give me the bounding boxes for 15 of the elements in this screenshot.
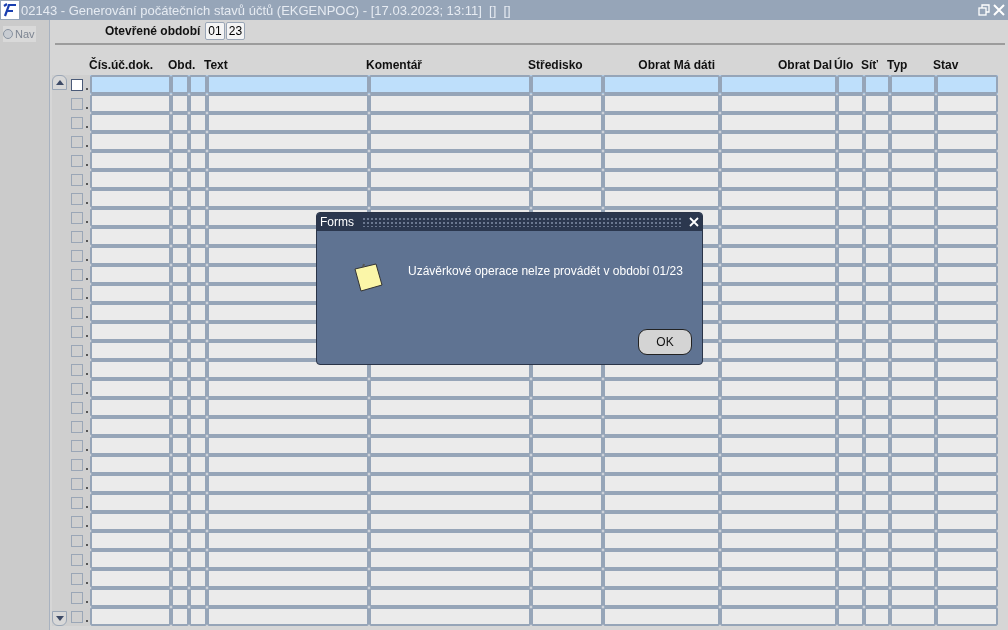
column-header: Komentář <box>366 58 422 72</box>
column-header: Typ <box>887 58 908 72</box>
column-header: Obd. <box>168 58 196 72</box>
column-header: Úlo <box>834 58 854 72</box>
column-header: Obrat Má dáti <box>638 58 715 72</box>
period-label: Otevřené období <box>105 24 201 38</box>
column-header: Stav <box>933 58 959 72</box>
column-header: Obrat Dal <box>778 58 832 72</box>
dialog-message: Uzávěrkové operace nelze provádět v období 01/23 <box>408 264 683 278</box>
column-header: Text <box>204 58 228 72</box>
dialog-title: Forms <box>320 215 354 229</box>
column-header: Síť <box>861 58 879 72</box>
column-header: Čís.úč.dok. <box>89 58 153 72</box>
window-title: 02143 - Generování počátečních stavů účtů (EKGENPOC) - [17.03.2023; 13:11] [] [] <box>21 2 512 18</box>
column-header: Středisko <box>528 58 583 72</box>
